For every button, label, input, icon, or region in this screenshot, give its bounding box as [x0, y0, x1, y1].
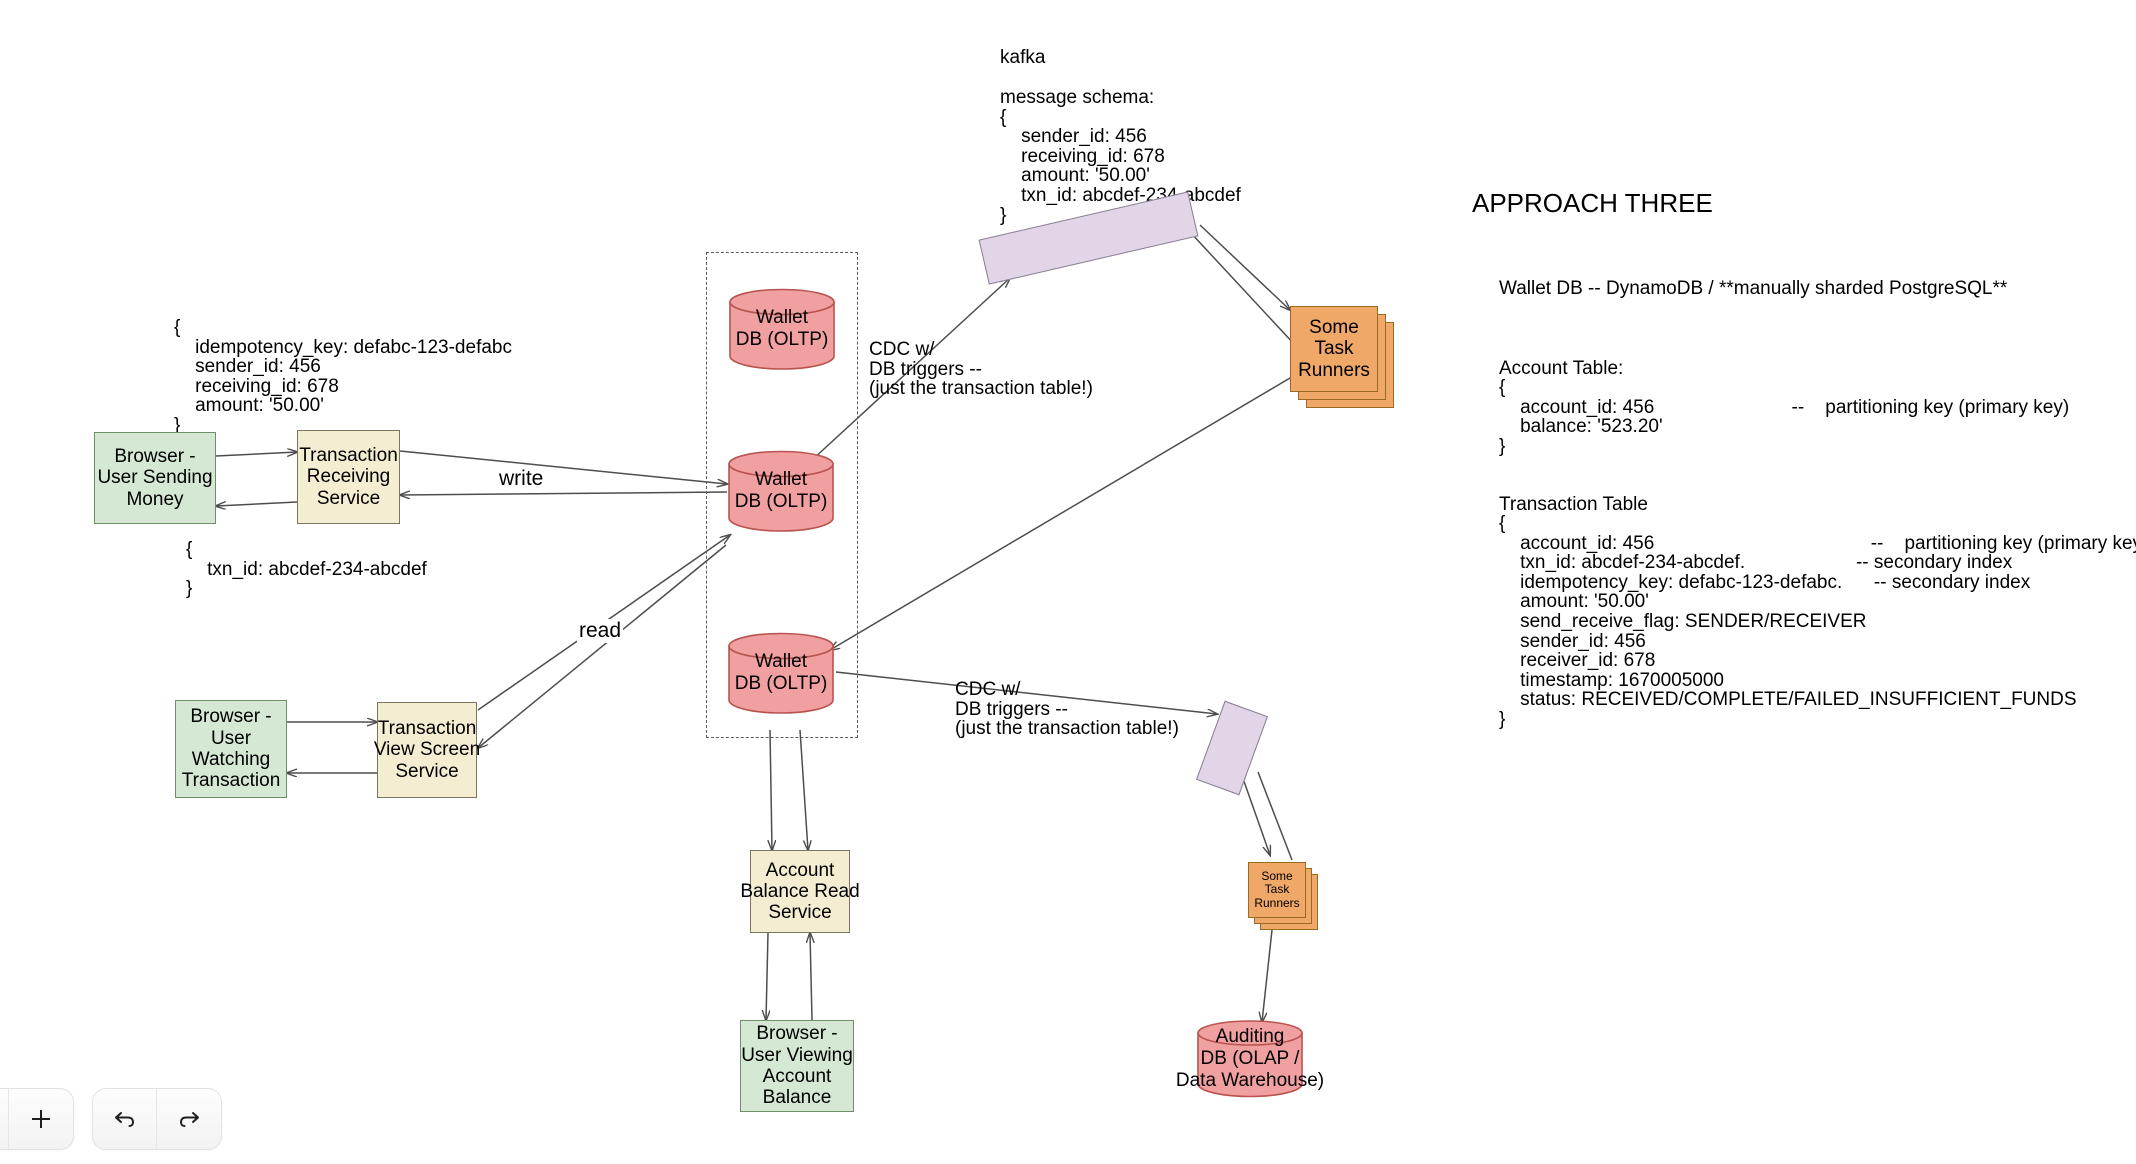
sidebar-account-table-heading: Account Table: [1499, 358, 1624, 379]
node-label: Account Balance Read Service [740, 859, 860, 924]
whiteboard-canvas[interactable]: { idempotency_key: defabc-123-defabc sen… [0, 0, 2136, 1164]
node-wallet-db-oltp-2[interactable]: Wallet DB (OLTP) [727, 450, 835, 532]
node-kafka-topic-bar-bottom[interactable] [1196, 700, 1268, 796]
node-some-task-runners-top-stack[interactable]: Some Task Runners [1290, 306, 1394, 408]
kafka-title: kafka [1000, 47, 1046, 68]
sidebar-wallet-db-line: Wallet DB -- DynamoDB / **manually shard… [1499, 278, 2008, 299]
pill-spacer [0, 1089, 9, 1149]
node-label: Browser - User Watching Transaction [181, 706, 281, 792]
node-label: Wallet DB (OLTP) [734, 469, 828, 512]
node-label: Browser - User Viewing Account Balance [741, 1023, 853, 1109]
node-wallet-db-oltp-3[interactable]: Wallet DB (OLTP) [727, 632, 835, 714]
node-label: Auditing DB (OLAP / Data Warehouse) [1175, 1026, 1325, 1091]
kafka-schema-text: message schema:{ sender_id: 456 receivin… [1000, 87, 1241, 226]
sidebar-transaction-table-body: { account_id: 456 -- partitioning key (p… [1499, 513, 2136, 730]
response-payload-text: { txn_id: abcdef-234-abcdef} [186, 539, 427, 600]
node-browser-sending-money[interactable]: Browser - User Sending Money [94, 432, 216, 524]
plus-icon [32, 1110, 50, 1128]
node-some-task-runners-top[interactable]: Some Task Runners [1290, 306, 1378, 392]
node-label: Some Task Runners [1254, 868, 1300, 910]
node-browser-watching-transaction[interactable]: Browser - User Watching Transaction [175, 700, 287, 798]
node-some-task-runners-bottom[interactable]: Some Task Runners [1248, 862, 1306, 918]
node-wallet-db-oltp-1[interactable]: Wallet DB (OLTP) [728, 288, 836, 370]
annotation-cdc-bottom: CDC w/DB triggers -- (just the transactio… [955, 679, 1179, 739]
approach-three-title: APPROACH THREE [1472, 188, 1713, 218]
sidebar-transaction-table-heading: Transaction Table [1499, 494, 1648, 515]
canvas-toolbar[interactable] [0, 1088, 222, 1150]
add-page-pill[interactable] [0, 1088, 74, 1150]
edge-label-write: write [497, 467, 546, 491]
node-label: Some Task Runners [1298, 317, 1370, 381]
node-label: Browser - User Sending Money [97, 446, 213, 510]
redo-icon [179, 1112, 199, 1127]
edge-label-read: read [577, 619, 624, 643]
request-payload-text: { idempotency_key: defabc-123-defabc sen… [174, 317, 512, 436]
node-account-balance-read-service[interactable]: Account Balance Read Service [740, 850, 860, 933]
node-transaction-receiving-service[interactable]: Transaction Receiving Service [297, 430, 400, 524]
sidebar-account-table-body: { account_id: 456 -- partitioning key (p… [1499, 377, 2070, 457]
undo-button[interactable] [93, 1089, 157, 1149]
node-label: Wallet DB (OLTP) [735, 307, 829, 350]
add-page-button[interactable] [9, 1089, 73, 1149]
node-auditing-db[interactable]: Auditing DB (OLAP / Data Warehouse) [1176, 1020, 1324, 1098]
node-label: Transaction View Screen Service [373, 718, 481, 782]
node-transaction-view-screen-service[interactable]: Transaction View Screen Service [373, 702, 481, 798]
node-label: Transaction Receiving Service [299, 445, 398, 509]
history-pill[interactable] [92, 1088, 222, 1150]
annotation-cdc-top: CDC w/DB triggers -- (just the transactio… [869, 339, 1093, 399]
redo-button[interactable] [157, 1089, 221, 1149]
node-browser-viewing-account-balance[interactable]: Browser - User Viewing Account Balance [740, 1020, 854, 1112]
node-label: Wallet DB (OLTP) [734, 651, 828, 694]
node-some-task-runners-bottom-stack[interactable]: Some Task Runners [1248, 862, 1318, 930]
undo-icon [114, 1112, 134, 1127]
